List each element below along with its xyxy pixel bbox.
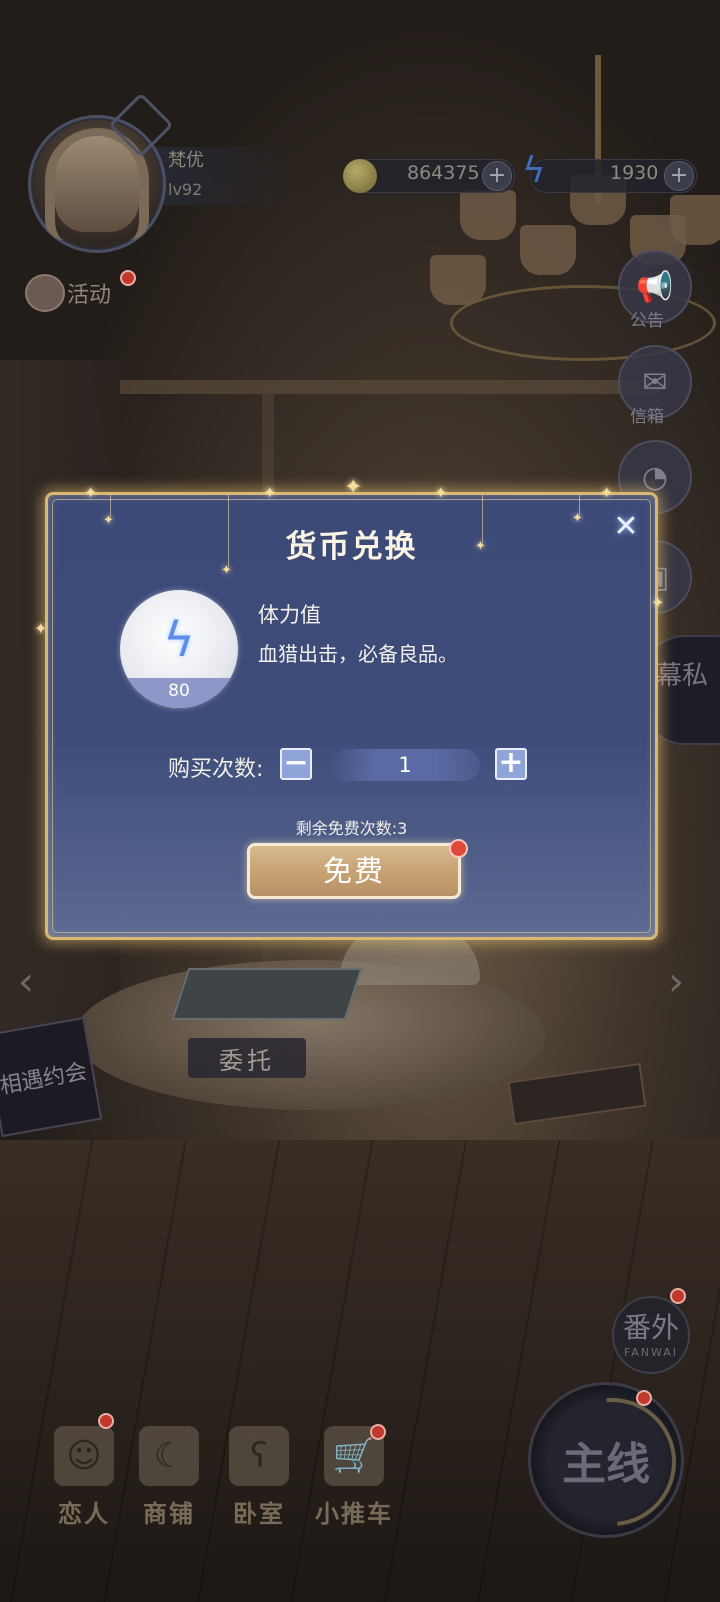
mail-label: 信箱 bbox=[630, 407, 664, 427]
sparkle-icon: ✦ bbox=[34, 619, 48, 638]
activity-button[interactable]: 活动 bbox=[25, 272, 135, 312]
player-name: 梵优 bbox=[168, 150, 204, 171]
quantity-stepper-value[interactable]: 1 bbox=[330, 749, 480, 781]
item-description: 血猎出击，必备良品。 bbox=[258, 642, 458, 666]
lightning-bolt-icon: ϟ bbox=[163, 612, 195, 668]
date-event-sign-text: 相遇约会 bbox=[0, 1059, 89, 1100]
bedroom-hamster-icon: ʕ bbox=[229, 1426, 289, 1486]
scene-right-arrow-icon[interactable]: › bbox=[668, 960, 698, 1004]
activity-label: 活动 bbox=[67, 283, 112, 308]
energy-bolt-icon: ϟ bbox=[522, 150, 546, 191]
sparkle-icon: ✦ bbox=[84, 483, 98, 502]
date-event-sign[interactable]: 相遇约会 bbox=[0, 1016, 103, 1138]
side-story-label-en: FANWAI bbox=[623, 1346, 679, 1359]
sparkle-icon: ✦ bbox=[651, 593, 665, 612]
coin-icon bbox=[343, 159, 377, 193]
nav-cart-notification-dot bbox=[370, 1424, 386, 1440]
close-icon[interactable]: ✕ bbox=[611, 512, 641, 542]
side-story-notification-dot bbox=[670, 1288, 686, 1304]
book[interactable] bbox=[507, 1062, 647, 1126]
nav-lover-label: 恋人 bbox=[58, 1499, 110, 1528]
main-story-notification-dot bbox=[636, 1390, 652, 1406]
purchase-count-label: 购买次数: bbox=[168, 757, 264, 782]
sparkle-icon: ✦ bbox=[600, 483, 614, 502]
item-amount: 80 bbox=[120, 678, 238, 708]
sparkle-icon: ✦ bbox=[263, 483, 277, 502]
increase-quantity-button[interactable]: + bbox=[495, 748, 527, 780]
notice-label: 公告 bbox=[630, 311, 664, 331]
bag-icon: ◔ bbox=[641, 459, 669, 495]
crown-sparkle-icon: ✦ bbox=[344, 475, 363, 500]
nav-lover[interactable]: ☺ 恋人 bbox=[44, 1418, 124, 1528]
nav-shop[interactable]: ☾ 商铺 bbox=[129, 1418, 209, 1528]
envelope-icon: ✉ bbox=[642, 364, 668, 400]
coin-amount: 864375 bbox=[407, 162, 480, 184]
add-coins-button[interactable]: + bbox=[482, 161, 512, 191]
nav-bedroom[interactable]: ʕ 卧室 bbox=[219, 1418, 299, 1528]
lover-icon: ☺ bbox=[54, 1426, 114, 1486]
energy-amount: 1930 bbox=[610, 162, 659, 184]
side-story-button[interactable]: 番外 FANWAI bbox=[612, 1296, 690, 1374]
currency-exchange-dialog: ✦ ✦ ✦ ✦ ✦ ✦ ✦ ✦ ✦ ✦ ✦ 货币兑换 ✕ ϟ 80 体力值 血猎… bbox=[34, 475, 664, 940]
side-story-label: 番外 bbox=[622, 1311, 679, 1344]
free-exchange-button[interactable]: 免费 bbox=[247, 843, 461, 899]
story-event-label: 幕私 bbox=[656, 661, 709, 691]
books-stack[interactable] bbox=[171, 968, 363, 1020]
nav-shop-label: 商铺 bbox=[143, 1499, 195, 1528]
megaphone-icon: 📢 bbox=[636, 269, 674, 305]
scene-left-arrow-icon[interactable]: ‹ bbox=[18, 960, 48, 1004]
sparkle-icon: ✦ bbox=[434, 483, 448, 502]
activity-icon bbox=[25, 274, 65, 312]
energy-item-icon: ϟ 80 bbox=[120, 590, 238, 708]
item-name: 体力值 bbox=[258, 603, 321, 627]
commission-button[interactable]: 委托 bbox=[188, 1038, 306, 1078]
free-button-notification-dot bbox=[449, 839, 468, 858]
nav-cart-label: 小推车 bbox=[315, 1499, 393, 1528]
dialog-title: 货币兑换 bbox=[285, 529, 418, 565]
add-energy-button[interactable]: + bbox=[664, 161, 694, 191]
free-remaining-count: 剩余免费次数:3 bbox=[295, 819, 408, 838]
activity-notification-dot bbox=[120, 270, 136, 286]
commission-label: 委托 bbox=[219, 1046, 275, 1075]
nav-lover-notification-dot bbox=[98, 1413, 114, 1429]
shop-bag-icon: ☾ bbox=[139, 1426, 199, 1486]
decrease-quantity-button[interactable]: − bbox=[280, 748, 312, 780]
player-level: lv92 bbox=[168, 180, 203, 199]
nav-bedroom-label: 卧室 bbox=[233, 1499, 285, 1528]
